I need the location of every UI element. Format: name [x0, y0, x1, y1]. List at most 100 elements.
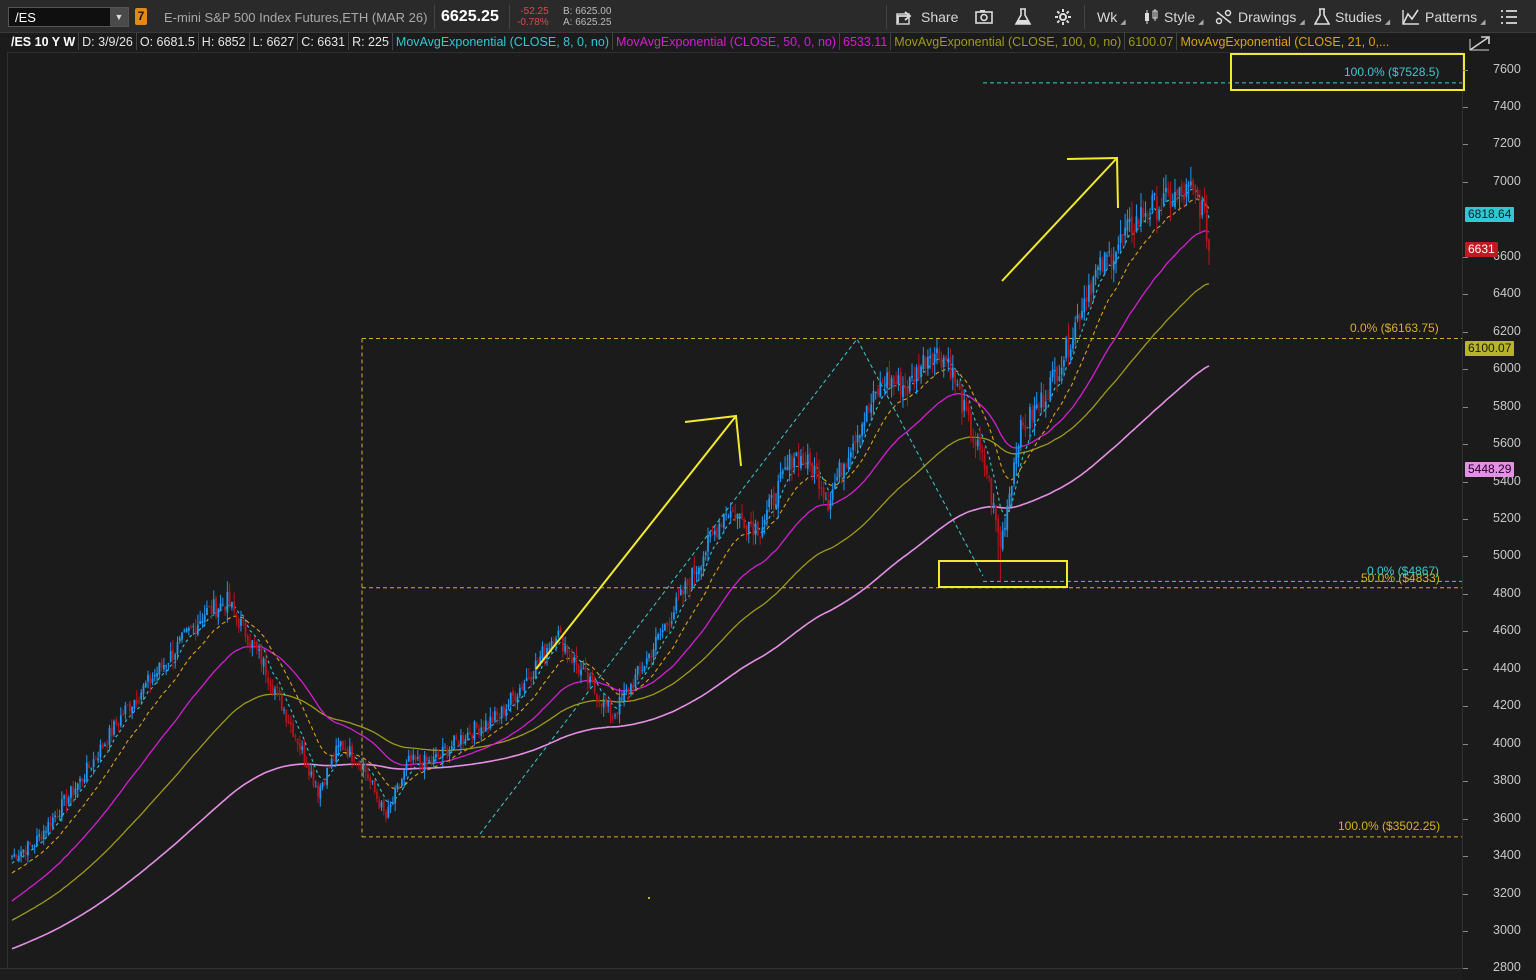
autoscale-icon[interactable] [1467, 33, 1493, 53]
candle-body [323, 782, 326, 785]
candle [70, 785, 72, 806]
candle-body [1112, 260, 1115, 270]
candle [294, 733, 297, 742]
candle [1058, 364, 1061, 382]
candle-body [437, 752, 440, 757]
candle-body [668, 624, 671, 627]
candle-body [453, 735, 455, 747]
annotations[interactable] [535, 53, 1465, 899]
candle [686, 578, 689, 595]
candle [1072, 327, 1074, 353]
candle-body [824, 498, 827, 500]
candle [1201, 196, 1204, 219]
candle-body [1201, 199, 1204, 216]
candle [326, 767, 329, 789]
candle [915, 364, 918, 394]
candle-body [1033, 405, 1036, 423]
candle-body [575, 656, 578, 666]
candle-body [750, 521, 752, 525]
candle-body [260, 647, 263, 665]
price-chart[interactable] [0, 0, 1536, 979]
candle-body [693, 565, 696, 575]
candle-body [1194, 185, 1197, 193]
candle [380, 799, 383, 812]
candle-body [38, 834, 41, 837]
candle [1205, 194, 1208, 250]
candle [1017, 443, 1020, 468]
candle-body [104, 744, 106, 747]
candle-body [51, 817, 54, 829]
candle-body [965, 401, 968, 411]
candle-body [854, 441, 857, 445]
candle-body [455, 736, 458, 740]
candle-body [1185, 184, 1188, 197]
candle [648, 652, 650, 662]
candle [267, 670, 270, 691]
candle [151, 672, 154, 686]
candle-body [20, 851, 22, 857]
candle-body [117, 723, 120, 726]
candle [1097, 264, 1099, 279]
candle [405, 759, 408, 777]
candle-body [509, 693, 512, 705]
candle-body [1006, 506, 1009, 531]
candle-body [183, 630, 186, 632]
candle-body [521, 686, 523, 689]
candle-body [1106, 255, 1108, 257]
candle [314, 780, 317, 788]
candle [339, 740, 342, 752]
candle [1074, 316, 1077, 346]
candle-body [1189, 181, 1192, 186]
candle-body [423, 754, 426, 771]
candle-body [709, 533, 712, 537]
candle [185, 627, 188, 633]
candle [895, 371, 898, 388]
candle-body [752, 521, 755, 536]
candle-body [722, 514, 725, 528]
candle-body [1140, 207, 1142, 225]
candle [840, 463, 843, 484]
candle [88, 760, 90, 769]
candle [17, 849, 20, 863]
candle-body [185, 628, 188, 633]
candle-body [779, 472, 782, 479]
candle-body [747, 522, 750, 533]
candle-body [1008, 493, 1011, 508]
candle-body [761, 527, 764, 537]
candle-body [292, 723, 295, 737]
candle [945, 354, 947, 367]
candle-body [577, 665, 580, 674]
candle-body [505, 708, 508, 716]
candle-body [931, 353, 934, 365]
highlight-box-low [938, 560, 1068, 588]
candle-body [890, 378, 893, 388]
candle-body [960, 391, 963, 414]
candle-body [435, 754, 437, 758]
candle-body [308, 765, 310, 777]
candle [838, 458, 841, 483]
candle-body [441, 746, 444, 758]
candle [496, 708, 499, 725]
candle-body [344, 748, 347, 751]
candle [589, 672, 591, 688]
candle-body [249, 643, 251, 647]
candle-body [271, 686, 274, 693]
candle [657, 632, 660, 641]
candle [1121, 234, 1124, 247]
candle-body [305, 762, 308, 768]
candle [974, 431, 977, 459]
price-tick-mark [1463, 893, 1468, 895]
candle [319, 783, 322, 807]
candle-body [1174, 191, 1176, 207]
candle [743, 517, 746, 529]
price-axis[interactable]: 2800 3000 3200 3400 3600 3800 4000 4200 4400 4600… [1463, 33, 1536, 979]
candle [981, 444, 984, 463]
candle-body [763, 519, 766, 525]
candle [836, 468, 839, 482]
candle-body [645, 658, 648, 665]
time-axis[interactable] [0, 968, 1463, 980]
candle [371, 780, 374, 785]
candle-body [802, 453, 805, 464]
candle [51, 812, 54, 830]
candle-body [1031, 409, 1034, 421]
